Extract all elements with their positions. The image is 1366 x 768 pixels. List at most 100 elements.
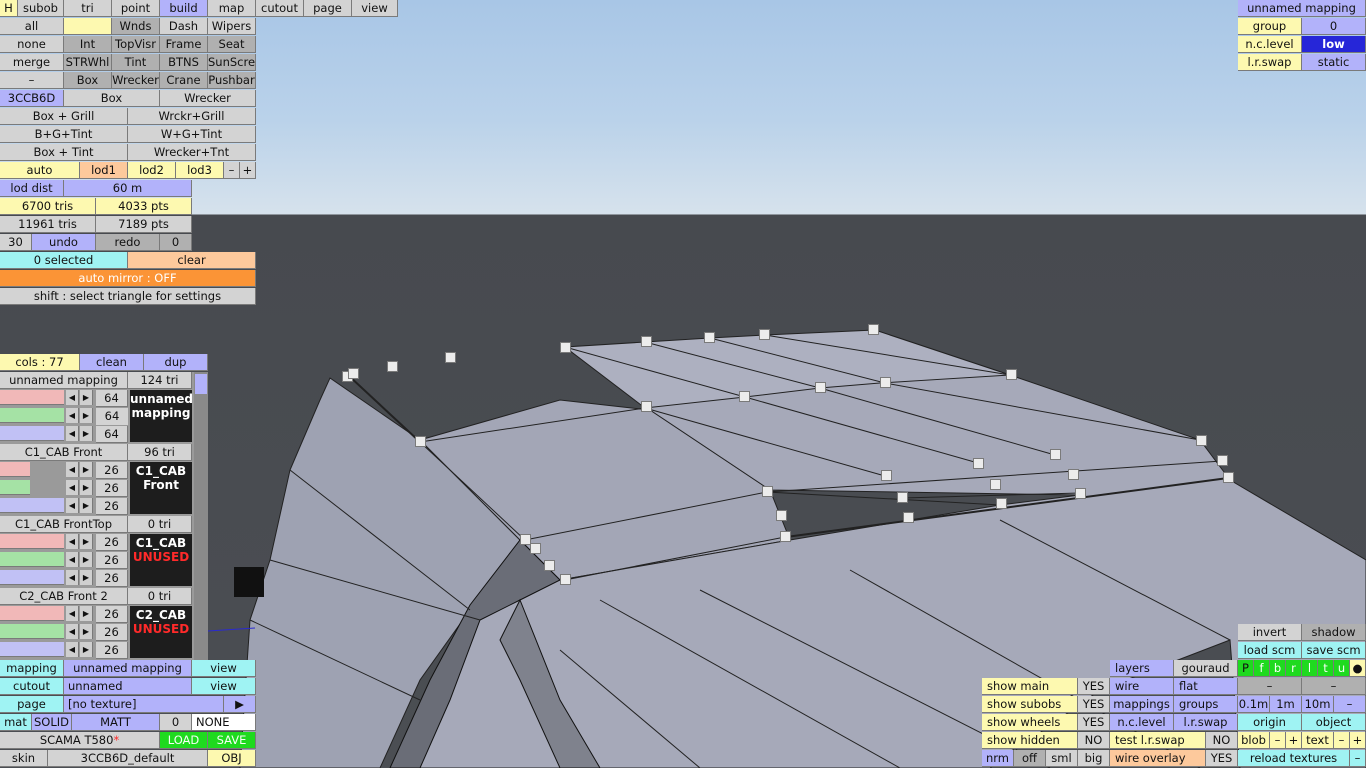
build-variant-bgtint[interactable]: B+G+Tint xyxy=(0,126,128,143)
size-sml-button[interactable]: sml xyxy=(1046,750,1078,767)
cutout-select[interactable]: unnamed xyxy=(64,678,192,695)
vertex-handle[interactable] xyxy=(1050,449,1061,460)
decrement-icon[interactable]: ◀ xyxy=(66,642,79,657)
lod-minus-button[interactable]: – xyxy=(224,162,240,179)
test-lr-swap-toggle[interactable]: NO xyxy=(1206,732,1238,749)
vertex-handle[interactable] xyxy=(868,324,879,335)
increment-icon[interactable]: ▶ xyxy=(80,462,93,477)
vertex-handle[interactable] xyxy=(560,574,571,585)
vertex-handle[interactable] xyxy=(815,382,826,393)
vertex-handle[interactable] xyxy=(1217,455,1228,466)
build-variant-box-grill[interactable]: Box + Grill xyxy=(0,108,128,125)
build-none[interactable]: none xyxy=(0,36,64,53)
increment-icon[interactable]: ▶ xyxy=(80,408,93,423)
decrement-icon[interactable]: ◀ xyxy=(66,426,79,441)
build-dash[interactable]: Dash xyxy=(160,18,208,35)
vertex-handle[interactable] xyxy=(415,436,426,447)
vertex-handle[interactable] xyxy=(897,492,908,503)
blue-slider[interactable] xyxy=(0,426,64,441)
build-wnds[interactable]: Wnds xyxy=(112,18,160,35)
build-variant-3ccb6d[interactable]: 3CCB6D xyxy=(0,90,64,107)
build-box[interactable]: Box xyxy=(64,72,112,89)
green-slider[interactable] xyxy=(0,552,64,567)
tab-view[interactable]: view xyxy=(352,0,398,17)
vertex-handle[interactable] xyxy=(1075,488,1086,499)
blue-slider[interactable] xyxy=(0,642,64,657)
wire-button[interactable]: wire xyxy=(1110,678,1174,695)
vertex-handle[interactable] xyxy=(759,329,770,340)
scrollbar-thumb[interactable] xyxy=(195,374,207,394)
build-merge[interactable]: merge xyxy=(0,54,64,71)
build-variant-box[interactable]: Box xyxy=(64,90,160,107)
dash-button-2[interactable]: – xyxy=(1302,678,1366,695)
blue-slider[interactable] xyxy=(0,498,64,513)
mapping-name[interactable]: C1_CAB Front xyxy=(0,444,128,461)
blob-plus-button[interactable]: + xyxy=(1286,732,1302,749)
vertex-handle[interactable] xyxy=(641,336,652,347)
auto-mirror-toggle[interactable]: auto mirror : OFF xyxy=(0,270,256,287)
lr-swap-view-button[interactable]: l.r.swap xyxy=(1174,714,1238,731)
build-all[interactable]: all xyxy=(0,18,64,35)
blob-minus-button[interactable]: – xyxy=(1270,732,1286,749)
decrement-icon[interactable]: ◀ xyxy=(66,462,79,477)
obj-export-button[interactable]: OBJ xyxy=(208,750,256,767)
decrement-icon[interactable]: ◀ xyxy=(66,552,79,567)
show-hidden-toggle[interactable]: NO xyxy=(1078,732,1110,749)
vertex-handle[interactable] xyxy=(445,352,456,363)
vertex-handle[interactable] xyxy=(996,498,1007,509)
vertex-handle[interactable] xyxy=(544,560,555,571)
build-wipers[interactable]: Wipers xyxy=(208,18,256,35)
reload-textures-button[interactable]: reload textures xyxy=(1238,750,1350,767)
red-slider[interactable] xyxy=(0,390,64,405)
vertex-handle[interactable] xyxy=(1068,469,1079,480)
build-variant-wrecker-tnt[interactable]: Wrecker+Tnt xyxy=(128,144,256,161)
nc-level-view-button[interactable]: n.c.level xyxy=(1110,714,1174,731)
matt-button[interactable]: MATT xyxy=(72,714,160,731)
step-minus-button[interactable]: – xyxy=(1334,696,1366,713)
tab-build[interactable]: build xyxy=(160,0,208,17)
vertex-handle[interactable] xyxy=(704,332,715,343)
size-nrm-button[interactable]: nrm xyxy=(982,750,1014,767)
vertex-handle[interactable] xyxy=(881,470,892,481)
view-u-button[interactable]: u xyxy=(1334,660,1350,677)
view-r-button[interactable]: r xyxy=(1286,660,1302,677)
lod3-button[interactable]: lod3 xyxy=(176,162,224,179)
step-0-1m-button[interactable]: 0.1m xyxy=(1238,696,1270,713)
increment-icon[interactable]: ▶ xyxy=(80,426,93,441)
mapping-preview[interactable]: C1_CAB Front xyxy=(130,462,192,514)
gouraud-button[interactable]: gouraud xyxy=(1174,660,1238,677)
build-topvisr[interactable]: TopVisr xyxy=(112,36,160,53)
increment-icon[interactable]: ▶ xyxy=(80,642,93,657)
lod-auto-button[interactable]: auto xyxy=(0,162,80,179)
lod-plus-button[interactable]: + xyxy=(240,162,256,179)
decrement-icon[interactable]: ◀ xyxy=(66,408,79,423)
vertex-handle[interactable] xyxy=(1196,435,1207,446)
red-slider[interactable] xyxy=(0,606,64,621)
vertex-handle[interactable] xyxy=(780,531,791,542)
build-pushbar[interactable]: Pushbar xyxy=(208,72,256,89)
lr-swap-value[interactable]: static xyxy=(1302,54,1366,71)
mapping-preview[interactable]: C1_CAB UNUSED xyxy=(130,534,192,586)
vertex-handle[interactable] xyxy=(560,342,571,353)
vertex-handle[interactable] xyxy=(903,512,914,523)
tab-page[interactable]: page xyxy=(304,0,352,17)
mat-number[interactable]: 0 xyxy=(160,714,192,731)
vertex-handle[interactable] xyxy=(880,377,891,388)
lod-dist-value[interactable]: 60 m xyxy=(64,180,192,197)
tab-subob[interactable]: subob xyxy=(18,0,64,17)
view-f-button[interactable]: f xyxy=(1254,660,1270,677)
build-crane[interactable]: Crane xyxy=(160,72,208,89)
increment-icon[interactable]: ▶ xyxy=(80,534,93,549)
red-slider[interactable] xyxy=(0,534,64,549)
view-p-button[interactable]: P xyxy=(1238,660,1254,677)
green-slider[interactable] xyxy=(0,624,64,639)
clear-button[interactable]: clear xyxy=(128,252,256,269)
object-button[interactable]: object xyxy=(1302,714,1366,731)
page-next-icon[interactable]: ▶ xyxy=(224,696,256,713)
shadow-button[interactable]: shadow xyxy=(1302,624,1366,641)
decrement-icon[interactable]: ◀ xyxy=(66,606,79,621)
tab-cutout[interactable]: cutout xyxy=(256,0,304,17)
vertex-handle[interactable] xyxy=(641,401,652,412)
vertex-handle[interactable] xyxy=(530,543,541,554)
undo-button[interactable]: undo xyxy=(32,234,96,251)
